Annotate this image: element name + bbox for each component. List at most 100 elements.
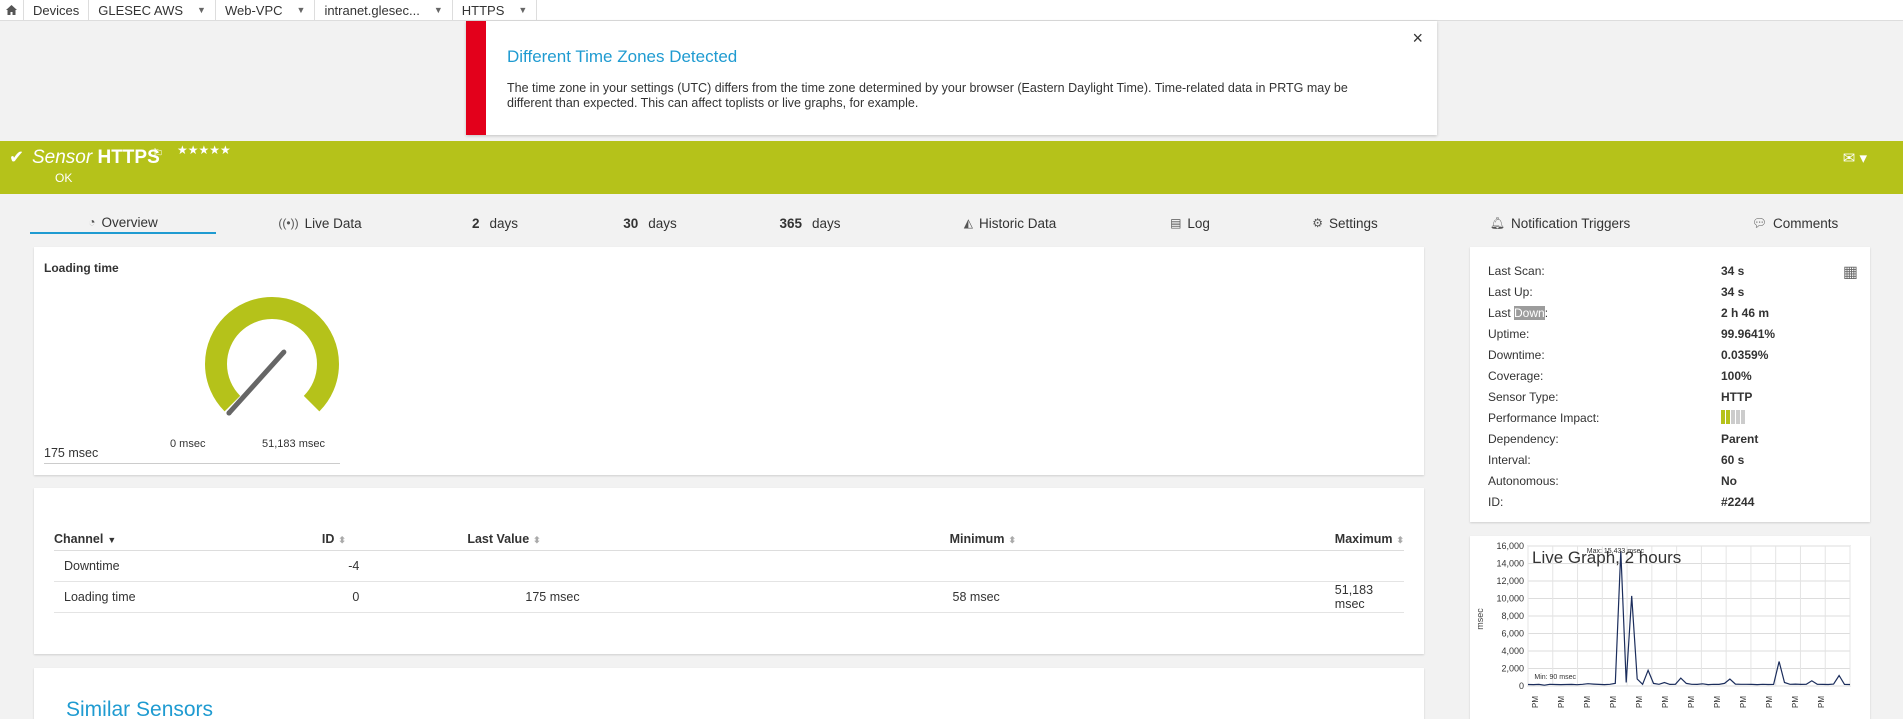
info-label: Performance Impact: <box>1488 411 1600 425</box>
banner-message: The time zone in your settings (UTC) dif… <box>507 81 1348 110</box>
x-tick-label: PM <box>1661 696 1670 708</box>
gauge-panel: Loading time 0 msec 51,183 msec 175 msec <box>34 247 1424 475</box>
x-tick-label: PM <box>1765 696 1774 708</box>
dependency-value[interactable]: Parent <box>1721 432 1758 446</box>
col-last-value[interactable]: Last Value ⬍ <box>369 528 720 551</box>
breadcrumb-devices[interactable]: Devices <box>24 0 90 21</box>
y-tick-label: 12,000 <box>1496 576 1524 586</box>
perf-bar <box>1741 410 1745 424</box>
table-row[interactable]: Downtime -4 <box>54 550 1404 582</box>
gauge-min-label: 0 msec <box>170 438 206 450</box>
channel-id: 0 <box>321 581 370 613</box>
gauge-arc <box>205 297 339 412</box>
similar-sensors-panel: Similar Sensors <box>34 668 1424 719</box>
live-graph-panel[interactable]: 0 2,000 4,000 6,000 8,000 10,000 12,000 14,000 1… <box>1470 536 1870 719</box>
sensor-type-value: HTTP <box>1721 390 1753 404</box>
info-label: Last Scan: <box>1488 264 1545 278</box>
y-tick-label: 8,000 <box>1501 611 1524 621</box>
table-row[interactable]: Loading time 0 175 msec 58 msec 51,183 m… <box>54 581 1404 613</box>
mail-icon[interactable]: ✉ ▾ <box>1843 149 1867 167</box>
col-minimum[interactable]: Minimum ⬍ <box>719 528 1060 551</box>
performance-impact-bars <box>1721 410 1745 424</box>
gear-icon: ⚙ <box>1312 216 1323 230</box>
y-tick-label: 16,000 <box>1496 541 1524 551</box>
x-tick-label: PM <box>1609 696 1618 708</box>
x-tick-label: PM <box>1583 696 1592 708</box>
channel-name[interactable]: Downtime <box>54 550 322 582</box>
info-label: Sensor Type: <box>1488 390 1559 404</box>
col-channel[interactable]: Channel ▼ <box>54 528 322 551</box>
downtime-value: 0.0359% <box>1721 348 1769 362</box>
breadcrumb-sensor[interactable]: HTTPS ▼ <box>453 0 538 21</box>
channel-last-value: 175 msec <box>369 581 720 613</box>
tab-overview[interactable]: ◔ Overview <box>30 212 216 234</box>
tab-30-days[interactable]: 30 days <box>600 212 700 234</box>
channel-maximum: 51,183 msec <box>1059 581 1404 613</box>
status-text: OK <box>55 171 73 185</box>
tab-settings[interactable]: ⚙ Settings <box>1285 212 1405 234</box>
channels-panel: Channel ▼ ID ⬍ Last Value ⬍ Minimum ⬍ Maximu… <box>34 488 1424 654</box>
channel-minimum: 58 msec <box>719 581 1060 613</box>
info-label: Downtime: <box>1488 348 1545 362</box>
tab-comments[interactable]: 💬︎ Comments <box>1720 212 1870 234</box>
breadcrumb-group[interactable]: GLESEC AWS ▼ <box>89 0 216 21</box>
priority-stars[interactable]: ★★★★★ <box>177 143 231 157</box>
interval-value: 60 s <box>1721 453 1745 467</box>
breadcrumb-device[interactable]: intranet.glesec... ▼ <box>315 0 453 21</box>
last-down-value: 2 h 46 m <box>1721 306 1770 320</box>
sensor-title: Sensor HTTPS <box>32 147 160 168</box>
breadcrumb-subgroup[interactable]: Web-VPC ▼ <box>216 0 316 21</box>
sensor-tabs: ◔ Overview ((•)) Live Data 2 days 30 days 36… <box>30 212 1873 234</box>
flag-icon[interactable]: ⚐ <box>152 146 164 162</box>
caret-down-icon[interactable]: ▼ <box>297 5 306 15</box>
coverage-value: 100% <box>1721 369 1752 383</box>
gauge-channel-label: Loading time <box>44 261 119 275</box>
tab-notification-triggers[interactable]: 🔔︎ Notification Triggers <box>1460 212 1660 234</box>
breadcrumb: Devices GLESEC AWS ▼ Web-VPC ▼ intranet.gl… <box>0 0 1903 21</box>
gauge-hub <box>226 410 232 416</box>
x-tick-label: PM <box>1635 696 1644 708</box>
live-graph-y-label: msec <box>1474 608 1485 630</box>
caret-down-icon[interactable]: ▼ <box>518 5 527 15</box>
x-tick-label: PM <box>1713 696 1722 708</box>
tab-log[interactable]: ▤ Log <box>1140 212 1240 234</box>
caret-down-icon[interactable]: ▼ <box>197 5 206 15</box>
loading-time-gauge[interactable] <box>144 269 374 449</box>
tab-2-days[interactable]: 2 days <box>450 212 540 234</box>
tab-365-days[interactable]: 365 days <box>755 212 865 234</box>
info-label: Interval: <box>1488 453 1531 467</box>
x-tick-label: PM <box>1687 696 1696 708</box>
y-tick-label: 10,000 <box>1496 594 1524 604</box>
y-tick-label: 0 <box>1519 681 1524 691</box>
area-chart-icon: ◭ <box>963 216 973 230</box>
table-header-row: Channel ▼ ID ⬍ Last Value ⬍ Minimum ⬍ Maximu… <box>54 528 1404 551</box>
perf-bar <box>1721 410 1725 424</box>
broadcast-icon: ((•)) <box>278 216 299 230</box>
channels-table: Channel ▼ ID ⬍ Last Value ⬍ Minimum ⬍ Maximu… <box>54 528 1404 613</box>
uptime-value: 99.9641% <box>1721 327 1776 341</box>
info-label: Autonomous: <box>1488 474 1559 488</box>
home-icon[interactable] <box>0 0 24 21</box>
x-tick-label: PM <box>1817 696 1826 708</box>
similar-sensors-title: Similar Sensors <box>66 698 214 719</box>
tab-live-data[interactable]: ((•)) Live Data <box>260 212 380 234</box>
check-icon: ✔ <box>9 147 25 167</box>
sensor-info-panel: ▦ Last Scan: 34 s Last Up: 34 s Last Dow… <box>1470 247 1870 522</box>
qr-code-icon[interactable]: ▦ <box>1843 262 1858 282</box>
col-maximum[interactable]: Maximum ⬍ <box>1059 528 1404 551</box>
sort-desc-icon: ▼ <box>107 534 117 545</box>
info-label: Dependency: <box>1488 432 1559 446</box>
col-id[interactable]: ID ⬍ <box>321 528 370 551</box>
sort-icon: ⬍ <box>1396 534 1404 545</box>
channel-name[interactable]: Loading time <box>54 581 322 613</box>
info-label: Coverage: <box>1488 369 1544 383</box>
gauge-needle <box>226 349 287 416</box>
perf-bar <box>1736 410 1740 424</box>
y-tick-label: 4,000 <box>1501 646 1524 656</box>
tab-historic-data[interactable]: ◭ Historic Data <box>930 212 1090 234</box>
timezone-warning-banner: Different Time Zones Detected The time z… <box>466 21 1437 135</box>
gauge-divider <box>44 463 340 464</box>
caret-down-icon[interactable]: ▼ <box>434 5 443 15</box>
x-tick-label: PM <box>1531 696 1540 708</box>
close-icon[interactable]: × <box>1412 28 1423 49</box>
